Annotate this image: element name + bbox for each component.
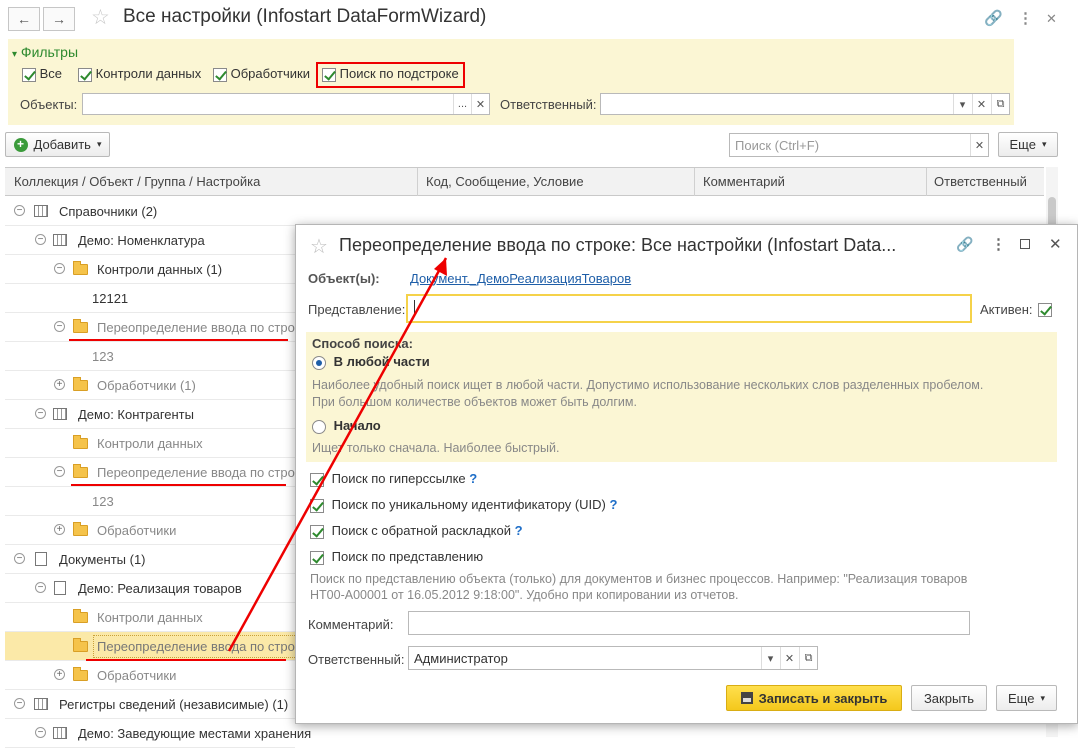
arrow-head	[434, 258, 447, 276]
annotation-arrow	[227, 257, 448, 652]
arrow-line	[227, 257, 448, 652]
